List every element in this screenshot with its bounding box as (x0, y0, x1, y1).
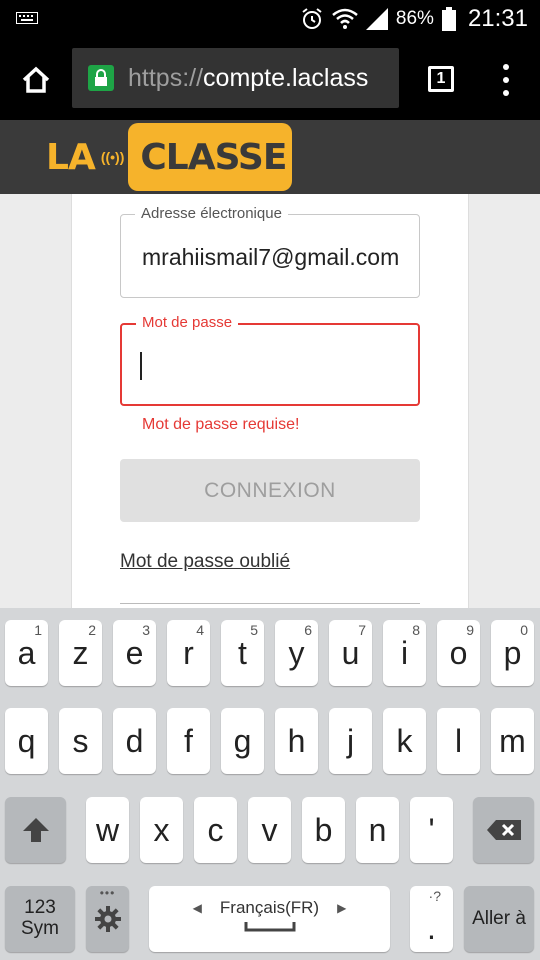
language-prev-icon: ◀ (192, 901, 202, 915)
key-f[interactable]: f (167, 708, 210, 774)
key-b[interactable]: b (302, 797, 345, 863)
key-y[interactable]: 6y (275, 620, 318, 686)
key-x[interactable]: x (140, 797, 183, 863)
email-value[interactable]: mrahiismail7@gmail.com (142, 244, 400, 271)
settings-key[interactable]: ••• (86, 886, 129, 952)
password-label: Mot de passe (136, 314, 239, 331)
lock-icon (88, 65, 114, 91)
shift-arrow-icon (22, 818, 49, 842)
key-q[interactable]: q (5, 708, 48, 774)
clock: 21:31 (467, 5, 528, 32)
divider (120, 603, 420, 604)
key-m[interactable]: m (491, 708, 534, 774)
key-l[interactable]: l (437, 708, 480, 774)
key-w[interactable]: w (86, 797, 129, 863)
text-cursor (140, 352, 142, 380)
gear-icon (94, 906, 121, 932)
key-c[interactable]: c (194, 797, 237, 863)
email-field[interactable]: Adresse électronique mrahiismail7@gmail.… (120, 205, 420, 298)
keyboard-language: Français(FR) (219, 898, 320, 917)
battery-icon (441, 7, 456, 31)
signal-icon (365, 8, 388, 30)
key-t[interactable]: 5t (221, 620, 264, 686)
keyboard-notification-icon (16, 12, 38, 24)
space-key[interactable]: ◀ Français(FR) ▶ (149, 886, 390, 952)
key-s[interactable]: s (59, 708, 102, 774)
wifi-icon (332, 8, 358, 29)
key-o[interactable]: 9o (437, 620, 480, 686)
symbols-key[interactable]: 123 Sym (5, 886, 75, 952)
broadcast-icon: ((•)) (100, 149, 125, 165)
key-e[interactable]: 3e (113, 620, 156, 686)
period-key[interactable]: ·? . (410, 886, 453, 952)
forgot-password-link[interactable]: Mot de passe oublié (120, 551, 290, 573)
address-bar[interactable]: https://compte.laclass (72, 48, 399, 108)
key-g[interactable]: g (221, 708, 264, 774)
home-button[interactable] (14, 58, 58, 102)
email-label: Adresse électronique (135, 205, 288, 222)
key-a[interactable]: 1a (5, 620, 48, 686)
status-bar: 86% 21:31 (0, 0, 540, 38)
url-scheme: https:// (128, 63, 204, 92)
backspace-icon (486, 820, 521, 840)
key-apostrophe[interactable]: ' (410, 797, 453, 863)
key-p[interactable]: 0p (491, 620, 534, 686)
key-d[interactable]: d (113, 708, 156, 774)
url-host: compte.laclass (203, 63, 369, 92)
key-i[interactable]: 8i (383, 620, 426, 686)
key-u[interactable]: 7u (329, 620, 372, 686)
soft-keyboard: 1a 2z 3e 4r 5t 6y 7u 8i 9o 0p q s d f g … (0, 608, 540, 960)
shift-key[interactable] (5, 797, 66, 863)
home-icon (22, 66, 50, 93)
password-field[interactable]: Mot de passe (120, 314, 420, 406)
site-header: LA ((•)) CLASSE (0, 120, 540, 194)
alarm-icon (302, 8, 322, 29)
key-h[interactable]: h (275, 708, 318, 774)
battery-percent: 86% (395, 8, 434, 29)
url-text: https://compte.laclass (128, 64, 368, 93)
key-j[interactable]: j (329, 708, 372, 774)
space-bar-icon (244, 922, 295, 932)
language-next-icon: ▶ (337, 901, 347, 915)
logo-text-classe: CLASSE (128, 123, 293, 191)
key-z[interactable]: 2z (59, 620, 102, 686)
login-button[interactable]: CONNEXION (120, 459, 420, 522)
key-n[interactable]: n (356, 797, 399, 863)
key-v[interactable]: v (248, 797, 291, 863)
backspace-key[interactable] (473, 797, 534, 863)
logo-text-la: LA (46, 136, 96, 178)
tab-switcher-button[interactable]: 1 (428, 66, 454, 92)
browser-toolbar: https://compte.laclass 1 (0, 38, 540, 120)
go-key[interactable]: Aller à (464, 886, 534, 952)
laclasse-logo[interactable]: LA ((•)) CLASSE (46, 123, 293, 191)
overflow-menu-icon[interactable] (494, 64, 518, 96)
password-error-message: Mot de passe requise! (142, 416, 300, 433)
key-r[interactable]: 4r (167, 620, 210, 686)
key-k[interactable]: k (383, 708, 426, 774)
